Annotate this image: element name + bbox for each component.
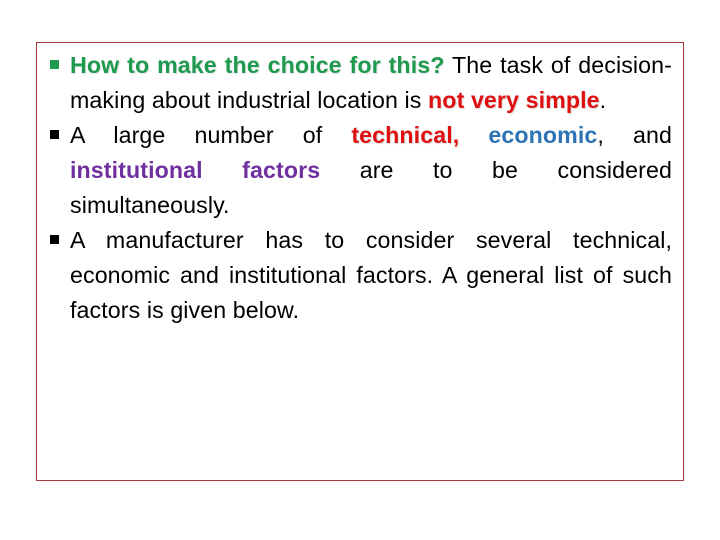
bullet-item-manufacturer: A manufacturer has to consider several t… [48, 223, 672, 328]
body-text: . [599, 87, 607, 113]
square-bullet-icon [50, 235, 59, 244]
economic-keyword: economic [488, 122, 598, 148]
body-text: A manufacturer has to consider several t… [70, 227, 672, 323]
technical-keyword: technical, [351, 122, 460, 148]
body-text: , and [597, 122, 672, 148]
square-bullet-icon [50, 60, 59, 69]
body-text: A large number of [70, 122, 352, 148]
emphasis-text: not very simple [428, 87, 600, 113]
slide-content: How to make the choice for this? The tas… [48, 48, 672, 328]
question-text: How to make the choice for this? [70, 52, 445, 78]
square-bullet-icon [50, 130, 59, 139]
bullet-item-choice: How to make the choice for this? The tas… [48, 48, 672, 118]
institutional-keyword: institutional factors [70, 157, 321, 183]
bullet-item-factors: A large number of technical, economic, a… [48, 118, 672, 223]
